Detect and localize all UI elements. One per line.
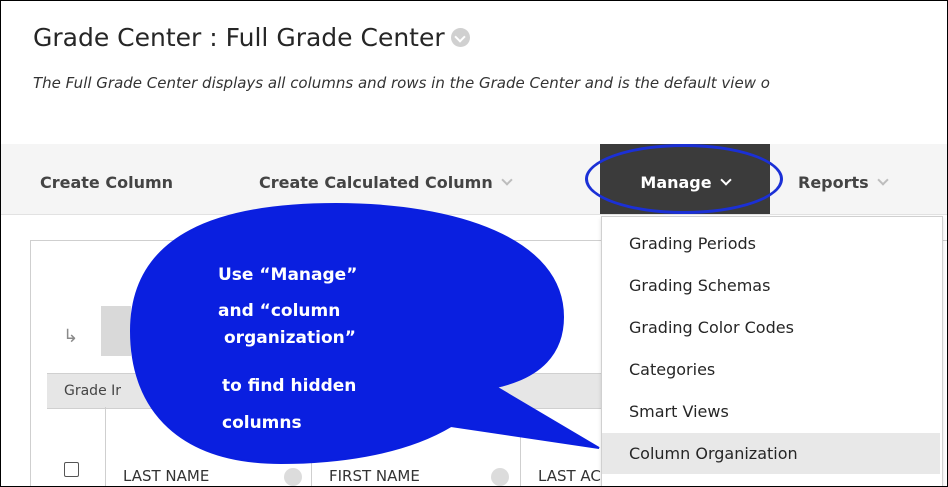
column-divider — [520, 407, 521, 486]
column-header-last-access[interactable]: LAST AC — [538, 467, 601, 485]
title-options-chevron-icon[interactable] — [450, 27, 470, 47]
chevron-down-icon — [719, 174, 732, 186]
create-calculated-column-label: Create Calculated Column — [259, 173, 493, 192]
column-header-last-name[interactable]: LAST NAME — [123, 467, 209, 485]
chevron-down-icon — [501, 174, 513, 186]
create-column-label: Create Column — [40, 173, 174, 192]
menu-item-grading-periods[interactable]: Grading Periods — [602, 223, 940, 264]
menu-item-smart-views[interactable]: Smart Views — [602, 391, 940, 432]
manage-button[interactable]: Manage — [600, 144, 770, 214]
screenshot-frame: Grade Center : Full Grade Center The Ful… — [0, 0, 948, 487]
page-title: Grade Center : Full Grade Center — [33, 23, 470, 52]
menu-item-grading-schemas[interactable]: Grading Schemas — [602, 265, 940, 306]
create-column-button[interactable]: Create Column — [40, 144, 173, 214]
column-menu-chevron-icon[interactable] — [284, 468, 302, 486]
select-all-checkbox[interactable] — [64, 462, 79, 477]
column-divider — [105, 407, 106, 486]
callout-line-1: Use “Manage” — [218, 265, 358, 285]
reports-button[interactable]: Reports — [798, 144, 889, 214]
menu-item-categories[interactable]: Categories — [602, 349, 940, 390]
callout-line-4: to find hidden — [222, 376, 357, 396]
column-menu-chevron-icon[interactable] — [491, 468, 509, 486]
move-to-button[interactable] — [101, 306, 131, 356]
callout-line-3: organization” — [224, 328, 356, 348]
callout-line-5: columns — [222, 413, 302, 433]
column-header-first-name[interactable]: FIRST NAME — [329, 467, 420, 485]
menu-item-grading-color-codes[interactable]: Grading Color Codes — [602, 307, 940, 348]
chevron-down-icon — [877, 174, 889, 186]
action-bar: Create Column Create Calculated Column M… — [1, 144, 947, 215]
create-calculated-column-button[interactable]: Create Calculated Column — [259, 144, 513, 214]
callout-line-2: and “column — [218, 301, 341, 321]
page-description: The Full Grade Center displays all colum… — [33, 74, 770, 92]
move-arrow-icon[interactable]: ↳ — [63, 326, 78, 347]
reports-label: Reports — [798, 173, 869, 192]
grade-information-label: Grade Ir — [64, 383, 122, 399]
manage-label: Manage — [640, 173, 712, 192]
column-divider — [311, 407, 312, 486]
menu-item-column-organization[interactable]: Column Organization — [602, 433, 940, 474]
manage-dropdown-menu: Grading Periods Grading Schemas Grading … — [601, 216, 943, 486]
panel-notch — [403, 229, 451, 239]
page-title-text: Grade Center : Full Grade Center — [33, 23, 445, 52]
